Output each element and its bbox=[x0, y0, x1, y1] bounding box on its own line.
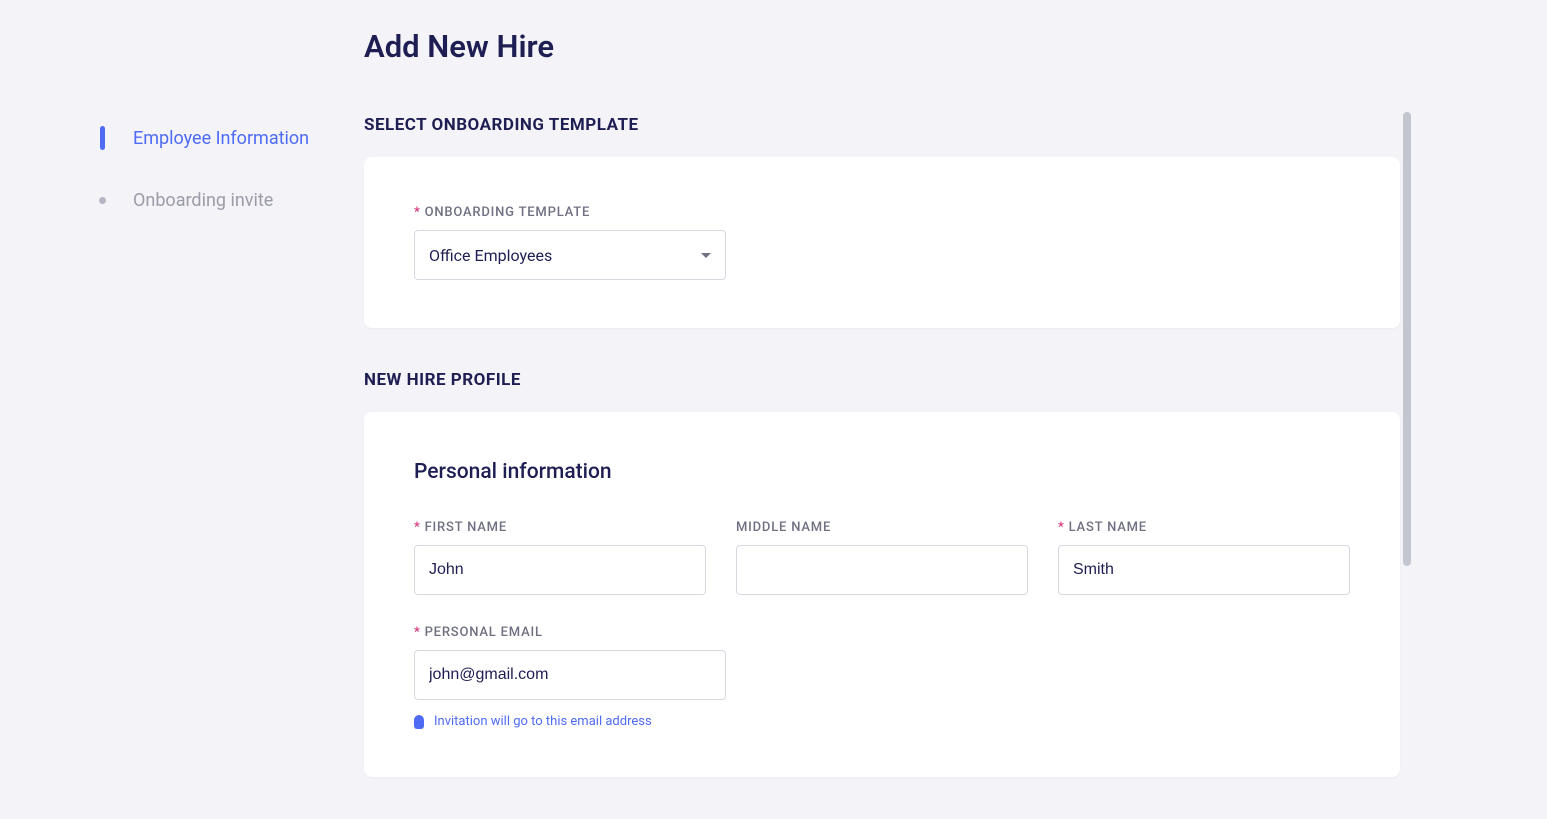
scrollbar[interactable] bbox=[1403, 112, 1411, 566]
required-star-icon: * bbox=[414, 625, 421, 640]
select-value: Office Employees bbox=[429, 246, 552, 265]
sidebar-item-label: Onboarding invite bbox=[133, 190, 273, 211]
middle-name-input[interactable] bbox=[736, 545, 1028, 595]
template-card: *ONBOARDING TEMPLATE Office Employees bbox=[364, 157, 1400, 328]
sidebar-item-onboarding-invite[interactable]: Onboarding invite bbox=[100, 190, 364, 211]
page-title: Add New Hire bbox=[364, 28, 1400, 65]
last-name-label: *LAST NAME bbox=[1058, 520, 1350, 535]
sidebar: Employee Information Onboarding invite bbox=[0, 28, 364, 819]
email-help-text: Invitation will go to this email address bbox=[434, 714, 652, 729]
required-star-icon: * bbox=[414, 520, 421, 535]
chevron-down-icon bbox=[701, 253, 711, 258]
middle-name-label: MIDDLE NAME bbox=[736, 520, 1028, 535]
section-header-template: SELECT ONBOARDING TEMPLATE bbox=[364, 115, 1400, 135]
required-star-icon: * bbox=[1058, 520, 1065, 535]
section-header-profile: NEW HIRE PROFILE bbox=[364, 370, 1400, 390]
sidebar-item-employee-information[interactable]: Employee Information bbox=[100, 126, 364, 150]
sidebar-item-label: Employee Information bbox=[133, 128, 309, 149]
personal-email-input[interactable] bbox=[414, 650, 726, 700]
required-star-icon: * bbox=[414, 205, 421, 220]
first-name-label: *FIRST NAME bbox=[414, 520, 706, 535]
personal-email-label: *PERSONAL EMAIL bbox=[414, 625, 726, 640]
onboarding-template-select[interactable]: Office Employees bbox=[414, 230, 726, 280]
first-name-input[interactable] bbox=[414, 545, 706, 595]
bulb-icon bbox=[414, 715, 424, 729]
bullet-icon bbox=[99, 197, 106, 204]
main-content: Add New Hire SELECT ONBOARDING TEMPLATE … bbox=[364, 28, 1547, 819]
last-name-input[interactable] bbox=[1058, 545, 1350, 595]
subsection-title: Personal information bbox=[414, 460, 1350, 484]
sidebar-active-indicator bbox=[100, 126, 105, 150]
onboarding-template-label: *ONBOARDING TEMPLATE bbox=[414, 205, 1350, 220]
profile-card: Personal information *FIRST NAME MIDDLE … bbox=[364, 412, 1400, 777]
